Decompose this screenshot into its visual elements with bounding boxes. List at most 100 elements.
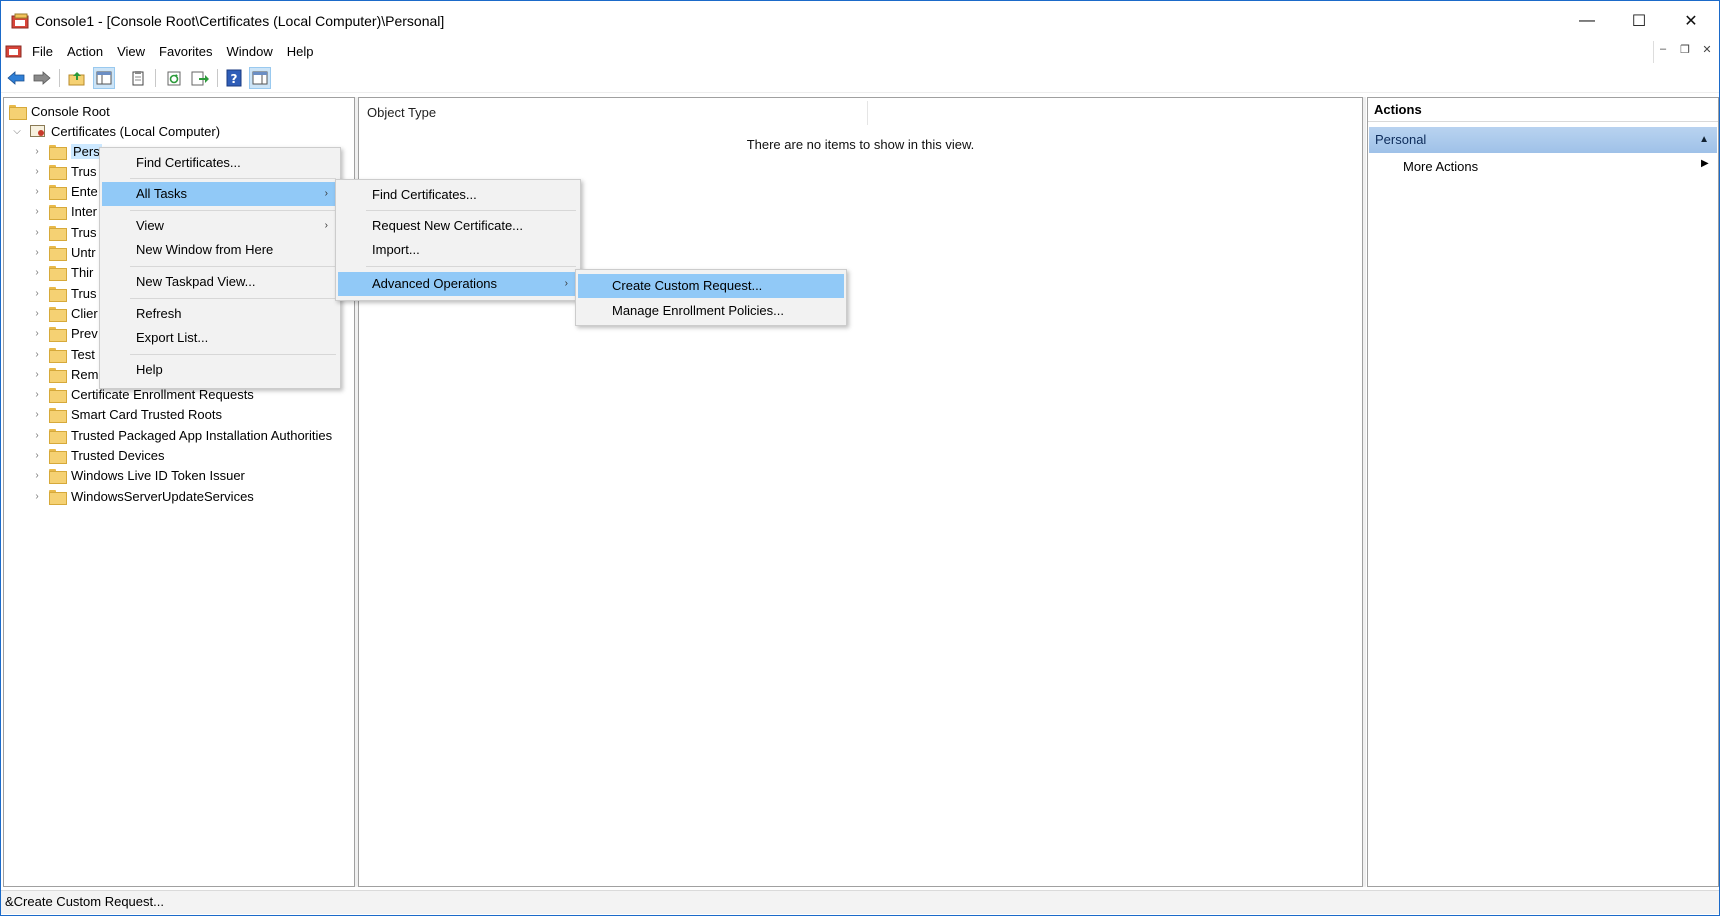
menu-item-new-window[interactable]: New Window from Here	[102, 238, 338, 262]
chevron-right-icon[interactable]: ›	[31, 206, 43, 217]
chevron-right-icon[interactable]: ›	[31, 430, 43, 441]
tree-item[interactable]: › Windows Live ID Token Issuer	[31, 466, 245, 486]
export-icon[interactable]	[189, 67, 211, 89]
menu-item-view[interactable]: View ›	[102, 214, 338, 238]
actions-section-personal[interactable]: Personal ▲	[1369, 127, 1717, 153]
more-actions-item[interactable]: More Actions	[1403, 157, 1703, 177]
menu-view[interactable]: View	[117, 44, 155, 59]
maximize-button[interactable]: ☐	[1613, 1, 1665, 41]
tree-item[interactable]: › Trus	[31, 283, 97, 303]
empty-view-message: There are no items to show in this view.	[746, 137, 975, 152]
chevron-right-icon[interactable]: ›	[31, 450, 43, 461]
menu-item-create-custom-request[interactable]: Create Custom Request...	[578, 274, 844, 298]
menu-item-request-new-certificate[interactable]: Request New Certificate...	[338, 214, 578, 238]
chevron-right-icon[interactable]: ›	[31, 409, 43, 420]
menu-help[interactable]: Help	[287, 44, 324, 59]
menu-item-new-taskpad-view[interactable]: New Taskpad View...	[102, 270, 338, 294]
menu-item-label: All Tasks	[136, 186, 188, 201]
tree-item-label: Ente	[71, 184, 98, 200]
show-hide-action-pane-icon[interactable]	[249, 67, 271, 89]
close-button[interactable]: ✕	[1665, 1, 1717, 41]
menu-item-refresh[interactable]: Refresh	[102, 302, 338, 326]
chevron-down-icon[interactable]: ⌵	[11, 126, 23, 137]
menu-item-help[interactable]: Help	[102, 358, 338, 382]
menu-item-label: Advanced Operations	[372, 276, 498, 291]
help-icon[interactable]: ?	[223, 67, 245, 89]
chevron-right-icon[interactable]: ›	[31, 328, 43, 339]
tree-item[interactable]: › Trusted Packaged App Installation Autho…	[31, 425, 332, 445]
chevron-right-icon[interactable]: ›	[31, 186, 43, 197]
chevron-right-icon[interactable]: ›	[31, 166, 43, 177]
actions-splitter[interactable]	[1363, 97, 1366, 887]
clipboard-icon[interactable]	[127, 67, 149, 89]
forward-icon[interactable]	[31, 67, 53, 89]
folder-icon	[49, 388, 67, 404]
chevron-right-icon[interactable]: ›	[31, 389, 43, 400]
chevron-right-icon[interactable]: ›	[31, 288, 43, 299]
menu-item-all-tasks[interactable]: All Tasks ›	[102, 182, 338, 206]
menu-item-import[interactable]: Import...	[338, 238, 578, 262]
chevron-right-icon[interactable]: ›	[31, 227, 43, 238]
folder-icon	[49, 428, 67, 444]
refresh-icon[interactable]	[163, 67, 185, 89]
menu-item-manage-enrollment-policies[interactable]: Manage Enrollment Policies...	[578, 299, 844, 323]
menu-window[interactable]: Window	[227, 44, 283, 59]
folder-icon	[49, 327, 67, 343]
tree-item[interactable]: › Trus	[31, 161, 97, 181]
child-restore-button[interactable]: ❐	[1679, 43, 1691, 56]
tree-item[interactable]: › Rem	[31, 364, 98, 384]
chevron-right-icon[interactable]: ›	[31, 349, 43, 360]
up-folder-icon[interactable]	[66, 67, 88, 89]
tree-item[interactable]: › Trusted Devices	[31, 446, 164, 466]
tree-item[interactable]: › Untr	[31, 243, 96, 263]
folder-icon	[49, 306, 67, 322]
menu-item-export-list[interactable]: Export List...	[102, 326, 338, 350]
folder-icon	[49, 246, 67, 261]
tree-item[interactable]: › Trus	[31, 222, 97, 242]
chevron-right-icon[interactable]: ›	[31, 146, 43, 157]
menu-item-find-certificates[interactable]: Find Certificates...	[102, 151, 338, 175]
menu-action[interactable]: Action	[67, 44, 113, 59]
context-menu: Find Certificates... All Tasks › View › …	[99, 147, 341, 389]
tree-item[interactable]: › Test	[31, 344, 95, 364]
chevron-right-icon[interactable]: ›	[31, 247, 43, 258]
tree-item[interactable]: › Ente	[31, 182, 98, 202]
chevron-right-icon[interactable]: ›	[31, 308, 43, 319]
menu-favorites[interactable]: Favorites	[159, 44, 222, 59]
tree-item-certificates-local-computer[interactable]: ⌵ Certificates (Local Computer)	[11, 121, 220, 141]
tree-item[interactable]: › Inter	[31, 202, 97, 222]
folder-icon	[49, 185, 67, 201]
folder-icon	[49, 205, 67, 221]
tree-item-label: Thir	[71, 265, 94, 281]
console-system-menu-icon[interactable]	[5, 43, 23, 59]
submenu-arrow-icon: ›	[324, 188, 328, 199]
menu-item-advanced-operations[interactable]: Advanced Operations ›	[338, 272, 578, 296]
status-bar: &Create Custom Request...	[1, 890, 1719, 914]
chevron-right-icon[interactable]: ›	[31, 470, 43, 481]
chevron-right-icon[interactable]: ›	[31, 369, 43, 380]
child-close-button[interactable]: ✕	[1701, 43, 1713, 56]
tree-item[interactable]: › Pers	[31, 141, 102, 161]
tree-item[interactable]: › Thir	[31, 263, 93, 283]
folder-icon	[49, 408, 67, 424]
tree-item[interactable]: › Clier	[31, 303, 98, 323]
tree-item[interactable]: › Smart Card Trusted Roots	[31, 405, 222, 425]
folder-icon	[49, 347, 67, 363]
minimize-button[interactable]: —	[1561, 1, 1613, 41]
back-icon[interactable]	[5, 67, 27, 89]
tree-item[interactable]: › WindowsServerUpdateServices	[31, 486, 254, 506]
chevron-right-icon[interactable]: ›	[31, 491, 43, 502]
menu-file[interactable]: File	[32, 44, 63, 59]
chevron-right-icon[interactable]: ›	[31, 267, 43, 278]
menu-bar: File Action View Favorites Window Help –…	[1, 41, 1719, 63]
tree-item-label: Certificate Enrollment Requests	[71, 387, 254, 403]
column-header-object-type[interactable]: Object Type	[358, 101, 868, 125]
show-hide-tree-icon[interactable]	[93, 67, 115, 89]
tree-item-console-root[interactable]: Console Root	[9, 101, 110, 121]
collapse-up-icon[interactable]: ▲	[1699, 127, 1709, 153]
menu-item-label: View	[136, 218, 164, 233]
menu-item-find-certificates[interactable]: Find Certificates...	[338, 183, 578, 207]
child-minimize-button[interactable]: –	[1657, 43, 1669, 56]
tree-item[interactable]: › Prev	[31, 324, 98, 344]
tree-item-label: Pers	[71, 143, 102, 159]
